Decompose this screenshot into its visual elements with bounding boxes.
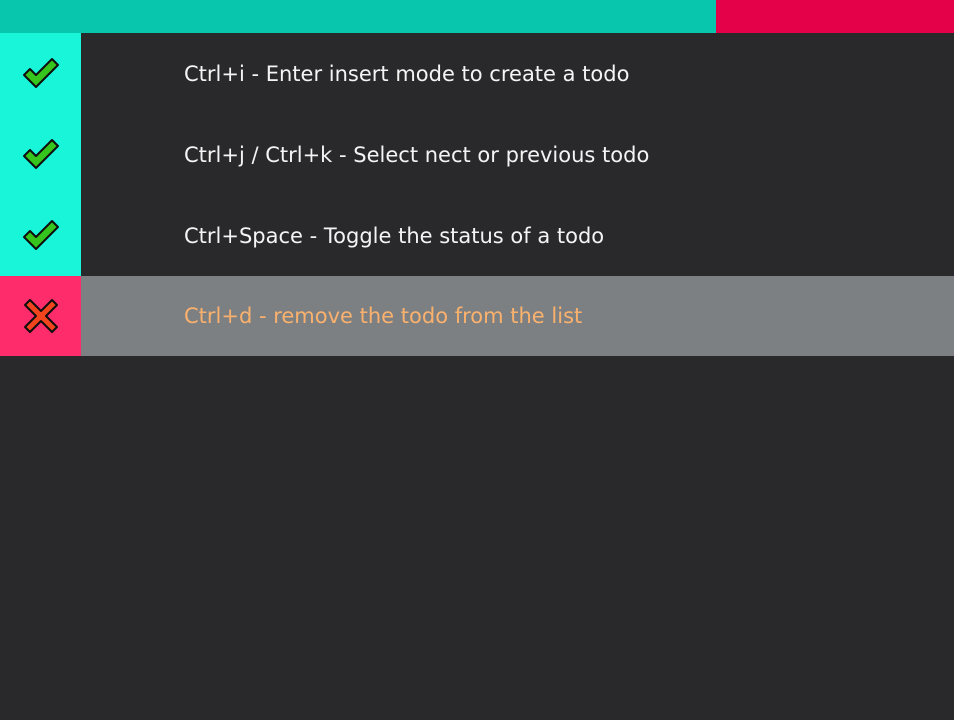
todo-status-toggle[interactable] — [0, 195, 81, 276]
todo-text: Ctrl+j / Ctrl+k - Select nect or previou… — [184, 142, 650, 167]
todo-item[interactable]: Ctrl+Space - Toggle the status of a todo — [0, 195, 954, 276]
todo-item[interactable]: Ctrl+j / Ctrl+k - Select nect or previou… — [0, 114, 954, 195]
todo-app: Ctrl+i - Enter insert mode to create a t… — [0, 0, 954, 720]
cross-icon — [21, 296, 61, 336]
check-icon — [21, 216, 61, 256]
todo-item[interactable]: Ctrl+i - Enter insert mode to create a t… — [0, 33, 954, 114]
todo-text: Ctrl+d - remove the todo from the list — [184, 304, 583, 328]
todo-status-toggle[interactable] — [0, 276, 81, 356]
progress-bar-remaining — [715, 0, 954, 33]
todo-status-toggle[interactable] — [0, 114, 81, 195]
todo-item-selected[interactable]: Ctrl+d - remove the todo from the list — [0, 276, 954, 356]
todo-list: Ctrl+i - Enter insert mode to create a t… — [0, 33, 954, 356]
todo-status-toggle[interactable] — [0, 33, 81, 114]
check-icon — [21, 54, 61, 94]
progress-bar — [0, 0, 954, 33]
progress-bar-completed — [0, 0, 716, 33]
todo-text: Ctrl+Space - Toggle the status of a todo — [184, 223, 605, 248]
check-icon — [21, 135, 61, 175]
todo-text: Ctrl+i - Enter insert mode to create a t… — [184, 61, 630, 86]
